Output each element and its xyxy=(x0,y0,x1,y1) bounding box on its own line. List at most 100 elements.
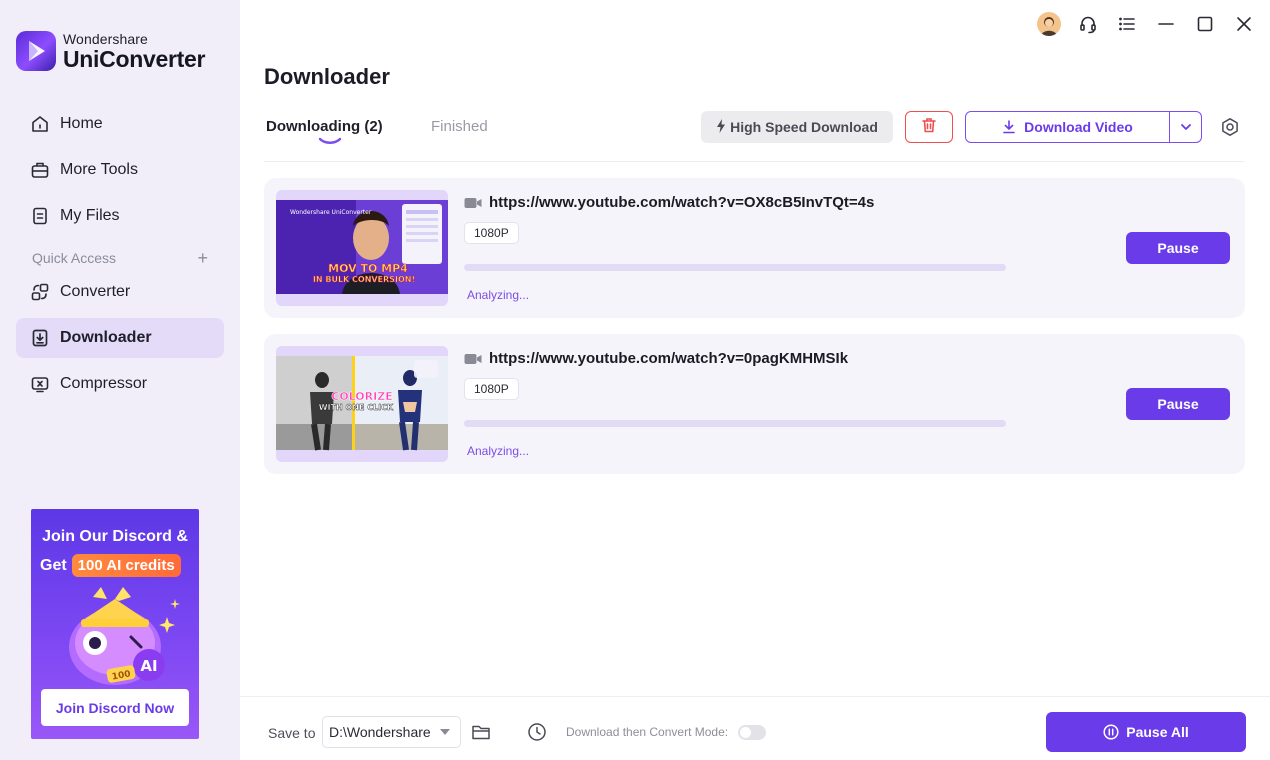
brand: Wondershare UniConverter xyxy=(16,31,205,71)
header-divider xyxy=(264,161,1244,162)
trash-icon xyxy=(920,116,938,139)
delete-button[interactable] xyxy=(905,111,953,143)
thumbnail-title-line2: IN BULK CONVERSION! xyxy=(313,275,415,284)
pause-button[interactable]: Pause xyxy=(1126,232,1230,264)
tab-finished[interactable]: Finished xyxy=(431,118,488,135)
sidebar-item-label: Converter xyxy=(60,283,131,300)
sidebar-item-compressor[interactable]: Compressor xyxy=(16,364,224,404)
high-speed-label: High Speed Download xyxy=(730,119,878,135)
thumbnail-title-line1: MOV TO MP4 xyxy=(328,262,408,275)
schedule-button[interactable] xyxy=(526,721,548,743)
video-url: https://www.youtube.com/watch?v=0pagKMHM… xyxy=(489,350,849,367)
download-item: Wondershare UniConverter MOV TO MP4 IN B… xyxy=(264,178,1245,318)
page-title: Downloader xyxy=(264,64,390,89)
video-thumbnail[interactable]: Wondershare UniConverter MOV TO MP4 IN B… xyxy=(276,190,448,306)
pause-all-label: Pause All xyxy=(1126,724,1189,740)
download-video-button[interactable]: Download Video xyxy=(966,112,1169,142)
thumbnail-brand-text: Wondershare UniConverter xyxy=(290,209,372,216)
promo-ai-text: AI xyxy=(140,657,157,675)
download-progress-bar xyxy=(464,420,1006,427)
download-options-dropdown[interactable] xyxy=(1169,112,1201,142)
folder-icon xyxy=(472,725,490,740)
download-video-button-group: Download Video xyxy=(965,111,1202,143)
sidebar-item-converter[interactable]: Converter xyxy=(16,272,224,312)
brand-name: UniConverter xyxy=(63,45,206,72)
account-button[interactable] xyxy=(1037,12,1061,36)
gift-mascot-illustration: AI 100 xyxy=(69,587,180,685)
video-url-row: https://www.youtube.com/watch?v=OX8cB5In… xyxy=(464,194,874,211)
tab-downloading[interactable]: Downloading (2) xyxy=(266,118,383,135)
discord-promo-banner[interactable]: Join Our Discord & Get 100 AI credits AI… xyxy=(31,509,199,739)
close-icon[interactable] xyxy=(1232,12,1256,36)
save-to-label: Save to xyxy=(268,725,316,741)
sidebar-item-more-tools[interactable]: More Tools xyxy=(16,150,224,190)
resolution-badge: 1080P xyxy=(464,222,519,244)
download-icon xyxy=(1003,120,1015,134)
video-camera-icon xyxy=(464,196,482,210)
sidebar: Wondershare UniConverter Home More Tools… xyxy=(0,0,240,760)
downloader-icon xyxy=(30,328,50,348)
sidebar-item-label: Compressor xyxy=(60,375,148,392)
download-progress-bar xyxy=(464,264,1006,271)
download-item: COLORIZE WITH ONE CLICK https://www.yout… xyxy=(264,334,1245,474)
convert-mode-toggle[interactable] xyxy=(738,725,766,740)
app-logo xyxy=(16,31,56,71)
video-url-row: https://www.youtube.com/watch?v=0pagKMHM… xyxy=(464,350,848,367)
save-path-value: D:\Wondershare xyxy=(329,724,431,740)
download-status: Analyzing... xyxy=(467,288,530,302)
join-discord-button[interactable]: Join Discord Now xyxy=(41,689,189,726)
high-speed-download-button[interactable]: High Speed Download xyxy=(701,111,893,143)
download-status: Analyzing... xyxy=(467,444,530,458)
sidebar-item-downloader[interactable]: Downloader xyxy=(16,318,224,358)
quick-access-header: Quick Access + xyxy=(32,249,208,267)
window-controls xyxy=(1037,12,1256,36)
sidebar-item-my-files[interactable]: My Files xyxy=(16,196,224,236)
pause-button[interactable]: Pause xyxy=(1126,388,1230,420)
thumbnail-title-line2: WITH ONE CLICK xyxy=(319,403,394,412)
save-location-select[interactable]: D:\Wondershare xyxy=(322,716,461,748)
active-tab-indicator xyxy=(318,137,342,144)
toggle-knob xyxy=(740,727,751,738)
file-icon xyxy=(30,206,50,226)
minimize-icon[interactable] xyxy=(1154,12,1178,36)
resolution-badge: 1080P xyxy=(464,378,519,400)
menu-icon[interactable] xyxy=(1115,12,1139,36)
compressor-icon xyxy=(30,374,50,394)
video-url: https://www.youtube.com/watch?v=OX8cB5In… xyxy=(489,194,875,211)
pause-all-button[interactable]: Pause All xyxy=(1046,712,1246,752)
thumbnail-image-2: COLORIZE WITH ONE CLICK xyxy=(276,346,448,462)
avatar xyxy=(1037,12,1061,36)
promo-get-label: Get xyxy=(40,556,67,574)
pause-circle-icon xyxy=(1103,724,1119,740)
footer-divider xyxy=(240,696,1270,697)
open-folder-button[interactable] xyxy=(470,721,492,743)
quick-access-label: Quick Access xyxy=(32,250,117,266)
promo-headline: Join Our Discord & xyxy=(42,528,188,545)
converter-icon xyxy=(30,282,50,302)
thumbnail-title-line1: COLORIZE xyxy=(331,390,392,403)
home-icon xyxy=(30,114,50,134)
sidebar-item-home[interactable]: Home xyxy=(16,104,224,144)
sidebar-item-label: My Files xyxy=(60,207,120,224)
support-headset-icon[interactable] xyxy=(1076,12,1100,36)
video-camera-icon xyxy=(464,352,482,366)
settings-button[interactable] xyxy=(1218,115,1242,139)
thumbnail-image-1: Wondershare UniConverter MOV TO MP4 IN B… xyxy=(276,190,448,306)
promo-subline: Get 100 AI credits xyxy=(40,554,181,577)
caret-down-icon xyxy=(440,729,450,735)
maximize-icon[interactable] xyxy=(1193,12,1217,36)
brand-company: Wondershare xyxy=(63,30,148,47)
sidebar-item-label: More Tools xyxy=(60,161,138,178)
toolbox-icon xyxy=(30,160,50,180)
video-thumbnail[interactable]: COLORIZE WITH ONE CLICK xyxy=(276,346,448,462)
sidebar-item-label: Home xyxy=(60,115,103,132)
chevron-down-icon xyxy=(1180,124,1191,130)
gear-icon xyxy=(1222,118,1238,136)
sidebar-item-label: Downloader xyxy=(60,329,152,346)
clock-icon xyxy=(528,723,546,741)
convert-mode-label: Download then Convert Mode: xyxy=(566,725,729,739)
add-quick-access-button[interactable]: + xyxy=(197,249,208,267)
download-video-label: Download Video xyxy=(1024,119,1133,135)
lightning-icon xyxy=(716,118,726,136)
promo-credits-badge: 100 AI credits xyxy=(71,554,181,577)
